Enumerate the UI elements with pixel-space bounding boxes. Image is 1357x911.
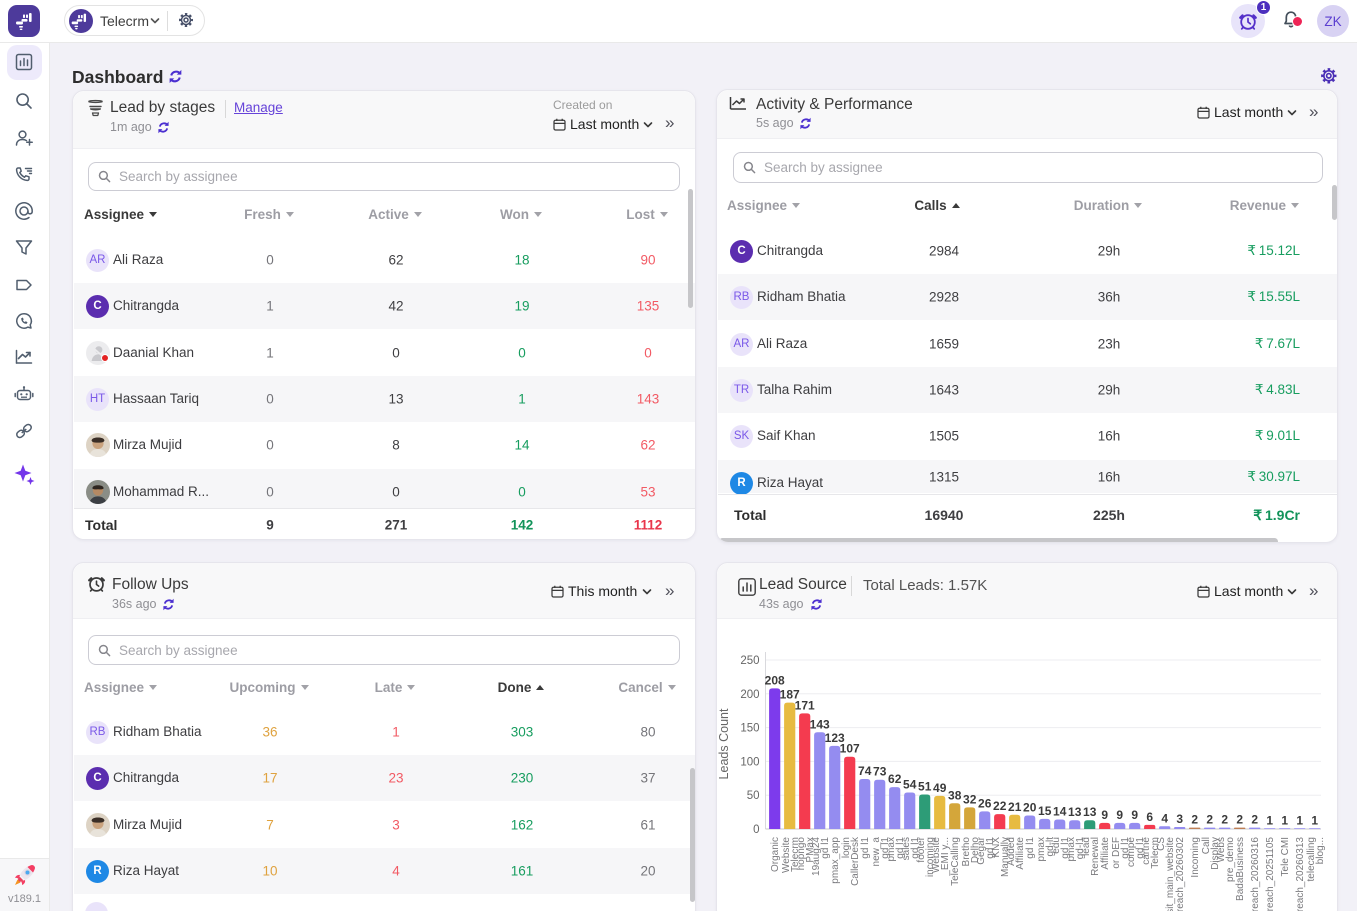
svg-text:26: 26 xyxy=(978,796,992,810)
svg-text:utreach_20260316: utreach_20260316 xyxy=(1250,837,1261,911)
svg-text:9: 9 xyxy=(1116,808,1123,822)
svg-text:73: 73 xyxy=(873,765,887,779)
svg-text:51: 51 xyxy=(918,780,932,794)
svg-text:BadaBusiness: BadaBusiness xyxy=(1235,837,1246,901)
svg-text:32: 32 xyxy=(963,792,977,806)
svg-text:250: 250 xyxy=(740,655,759,667)
svg-text:14: 14 xyxy=(1053,805,1067,819)
svg-text:1: 1 xyxy=(1311,813,1318,827)
svg-text:107: 107 xyxy=(840,742,860,756)
svg-text:2: 2 xyxy=(1206,813,1213,827)
svg-text:gd l1: gd l1 xyxy=(860,837,871,859)
svg-text:54: 54 xyxy=(903,778,917,792)
svg-text:9: 9 xyxy=(1101,808,1108,822)
svg-text:208: 208 xyxy=(765,673,785,687)
svg-text:20: 20 xyxy=(1023,801,1037,815)
svg-text:100: 100 xyxy=(740,756,759,768)
svg-text:13: 13 xyxy=(1068,805,1082,819)
svg-text:171: 171 xyxy=(795,698,815,712)
svg-text:pmax_app: pmax_app xyxy=(830,837,841,884)
svg-text:49: 49 xyxy=(933,781,947,795)
svg-text:9: 9 xyxy=(1131,808,1138,822)
svg-text:74: 74 xyxy=(858,764,872,778)
svg-text:utreach_20260302: utreach_20260302 xyxy=(1175,837,1186,911)
svg-text:Affiliate: Affiliate xyxy=(1100,837,1111,870)
svg-text:2: 2 xyxy=(1221,813,1228,827)
svg-text:50: 50 xyxy=(747,790,760,802)
svg-text:TeleCalling: TeleCalling xyxy=(950,837,961,886)
svg-text:2: 2 xyxy=(1251,813,1258,827)
svg-text:utreach_20251105: utreach_20251105 xyxy=(1265,837,1276,911)
svg-text:Organic: Organic xyxy=(770,837,781,872)
svg-text:Tele CMI: Tele CMI xyxy=(1280,837,1291,876)
svg-text:0: 0 xyxy=(753,824,759,836)
svg-text:143: 143 xyxy=(810,717,830,731)
svg-text:2: 2 xyxy=(1236,813,1243,827)
svg-text:15: 15 xyxy=(1038,804,1052,818)
svg-text:38: 38 xyxy=(948,788,962,802)
svg-text:21: 21 xyxy=(1008,800,1022,814)
svg-text:Incoming: Incoming xyxy=(1190,837,1201,878)
svg-text:4: 4 xyxy=(1161,811,1168,825)
svg-text:3: 3 xyxy=(1176,812,1183,826)
svg-text:1: 1 xyxy=(1296,813,1303,827)
svg-text:200: 200 xyxy=(740,689,759,701)
svg-text:150: 150 xyxy=(740,723,759,735)
svg-text:utreach_20260313: utreach_20260313 xyxy=(1295,837,1306,911)
svg-text:2: 2 xyxy=(1191,813,1198,827)
svg-text:1: 1 xyxy=(1266,813,1273,827)
svg-text:22: 22 xyxy=(993,799,1007,813)
svg-text:1: 1 xyxy=(1281,813,1288,827)
svg-text:62: 62 xyxy=(888,772,902,786)
svg-text:13: 13 xyxy=(1083,805,1097,819)
svg-text:6: 6 xyxy=(1146,810,1153,824)
svg-text:Leads Count: Leads Count xyxy=(717,708,731,779)
svg-text:blog...: blog... xyxy=(1315,837,1326,864)
svg-text:gd l1: gd l1 xyxy=(1025,837,1036,859)
